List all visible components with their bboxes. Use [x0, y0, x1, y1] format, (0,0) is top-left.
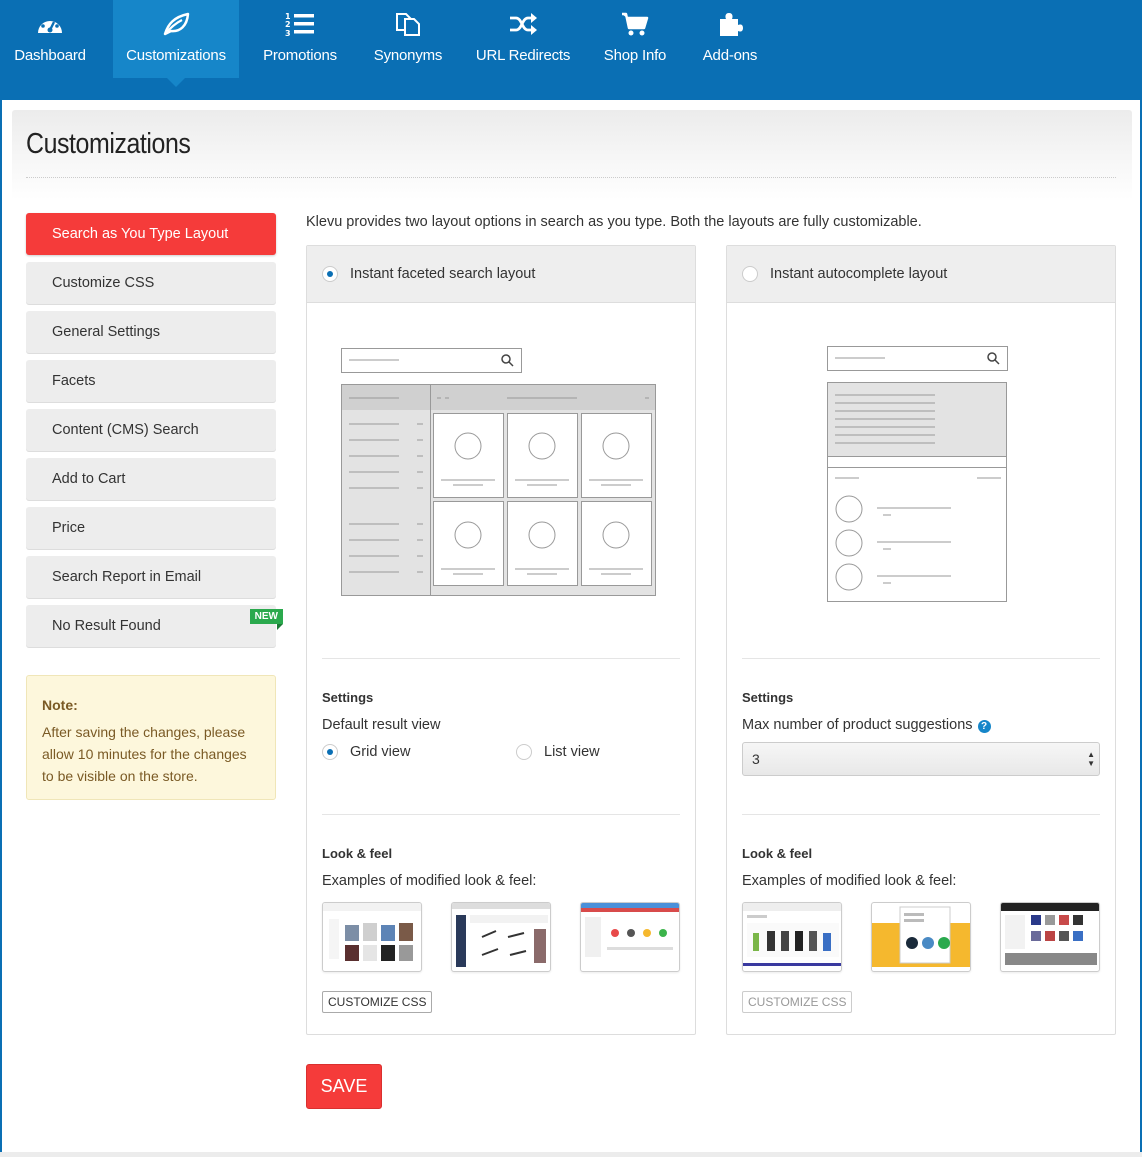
- autocomplete-layout-title: Instant autocomplete layout: [770, 266, 948, 282]
- max-suggestions-text: Max number of product suggestions: [742, 717, 973, 733]
- look-feel-text: Examples of modified look & feel:: [742, 873, 957, 889]
- customize-css-button[interactable]: CUSTOMIZE CSS: [742, 991, 853, 1013]
- sidebar-item-general-settings[interactable]: General Settings: [26, 311, 276, 353]
- cart-icon: [621, 12, 649, 36]
- sidebar-item-label: Customize CSS: [52, 275, 155, 291]
- divider: [742, 658, 1100, 659]
- divider: [742, 814, 1100, 815]
- svg-text:2: 2: [285, 20, 290, 29]
- svg-text:3: 3: [285, 29, 290, 37]
- faceted-layout-option[interactable]: Instant faceted search layout: [307, 246, 695, 303]
- intro-text: Klevu provides two layout options in sea…: [306, 214, 922, 230]
- settings-title: Settings: [742, 690, 794, 705]
- top-navigation: Dashboard Customizations 123 Promotions …: [0, 0, 1142, 100]
- example-thumbnail[interactable]: [322, 902, 422, 972]
- example-thumbnail[interactable]: [742, 902, 842, 972]
- example-thumbnail[interactable]: [580, 902, 680, 972]
- note-text: After saving the changes, please allow 1…: [42, 724, 247, 784]
- sidebar-item-content-search[interactable]: Content (CMS) Search: [26, 409, 276, 451]
- sidebar-item-price[interactable]: Price: [26, 507, 276, 549]
- faceted-layout-radio[interactable]: [322, 266, 338, 282]
- faceted-layout-card: Instant faceted search layout Settings D…: [306, 245, 696, 1035]
- faceted-layout-illustration: [341, 348, 656, 596]
- sidebar-item-add-to-cart[interactable]: Add to Cart: [26, 458, 276, 500]
- note-box: Note: After saving the changes, please a…: [26, 675, 276, 800]
- settings-title: Settings: [322, 690, 374, 705]
- note-title: Note:: [42, 697, 78, 713]
- max-suggestions-label: Max number of product suggestions?: [742, 717, 991, 733]
- autocomplete-layout-illustration: [827, 346, 1008, 602]
- example-thumbnail[interactable]: [1000, 902, 1100, 972]
- list-view-option[interactable]: List view: [516, 744, 600, 760]
- sidebar-item-label: Price: [52, 520, 86, 536]
- puzzle-icon: [717, 12, 743, 36]
- example-thumbnail[interactable]: [451, 902, 551, 972]
- grid-view-radio[interactable]: [322, 744, 338, 760]
- grid-view-label: Grid view: [350, 744, 411, 760]
- look-feel-title: Look & feel: [322, 846, 393, 861]
- save-button[interactable]: SAVE: [306, 1064, 382, 1109]
- nav-promotions[interactable]: 123 Promotions: [252, 0, 348, 78]
- divider: [322, 814, 680, 815]
- autocomplete-layout-card: Instant autocomplete layout Settings Max…: [726, 245, 1116, 1035]
- default-view-label: Default result view: [322, 717, 441, 733]
- sidebar-item-label: Search Report in Email: [52, 569, 202, 585]
- divider: [322, 658, 680, 659]
- faceted-layout-title: Instant faceted search layout: [350, 266, 536, 282]
- look-feel-title: Look & feel: [742, 846, 813, 861]
- shuffle-icon: [508, 12, 538, 36]
- nav-label: Promotions: [263, 47, 337, 64]
- max-suggestions-value: 3: [752, 751, 760, 767]
- nav-add-ons[interactable]: Add-ons: [690, 0, 770, 78]
- nav-label: Dashboard: [14, 47, 86, 64]
- copy-icon: [394, 12, 422, 36]
- sidebar-item-label: General Settings: [52, 324, 161, 340]
- nav-label: Synonyms: [373, 47, 443, 64]
- sidebar-item-search-as-you-type[interactable]: Search as You Type Layout: [26, 213, 276, 255]
- grid-view-option[interactable]: Grid view: [322, 744, 410, 760]
- sidebar-item-label: Facets: [52, 373, 96, 389]
- sidebar-item-facets[interactable]: Facets: [26, 360, 276, 402]
- select-arrows-icon: ▲ ▼: [1087, 750, 1095, 768]
- nav-customizations[interactable]: Customizations: [113, 0, 239, 87]
- example-thumbnail[interactable]: [871, 902, 971, 972]
- title-divider: [26, 177, 1116, 178]
- autocomplete-layout-radio[interactable]: [742, 266, 758, 282]
- max-suggestions-select[interactable]: 3 ▲ ▼: [742, 742, 1100, 776]
- dashboard-icon: [36, 12, 64, 36]
- list-view-label: List view: [544, 744, 600, 760]
- nav-label: URL Redirects: [475, 47, 571, 64]
- sidebar-item-label: Add to Cart: [52, 471, 126, 487]
- sidebar-item-label: No Result Found: [52, 618, 161, 634]
- nav-shop-info[interactable]: Shop Info: [592, 0, 678, 78]
- nav-url-redirects[interactable]: URL Redirects: [466, 0, 580, 78]
- sidebar-item-no-result-found[interactable]: No Result Found NEW: [26, 605, 284, 647]
- numbered-list-icon: 123: [285, 12, 315, 37]
- nav-label: Shop Info: [603, 47, 667, 64]
- customize-css-button[interactable]: CUSTOMIZE CSS: [322, 991, 433, 1013]
- sidebar-item-customize-css[interactable]: Customize CSS: [26, 262, 276, 304]
- help-icon[interactable]: ?: [977, 720, 991, 733]
- nav-synonyms[interactable]: Synonyms: [362, 0, 454, 78]
- new-badge: NEW: [249, 609, 284, 630]
- sidebar-item-label: Content (CMS) Search: [52, 422, 199, 438]
- nav-label: Customizations: [126, 47, 226, 64]
- look-feel-text: Examples of modified look & feel:: [322, 873, 537, 889]
- sidebar-item-label: Search as You Type Layout: [52, 226, 229, 242]
- list-view-radio[interactable]: [516, 744, 532, 760]
- page-title: Customizations: [26, 128, 191, 160]
- sidebar-item-search-report[interactable]: Search Report in Email: [26, 556, 276, 598]
- leaf-icon: [162, 12, 190, 36]
- nav-label: Add-ons: [702, 47, 758, 64]
- nav-dashboard[interactable]: Dashboard: [0, 0, 100, 78]
- autocomplete-layout-option[interactable]: Instant autocomplete layout: [727, 246, 1115, 303]
